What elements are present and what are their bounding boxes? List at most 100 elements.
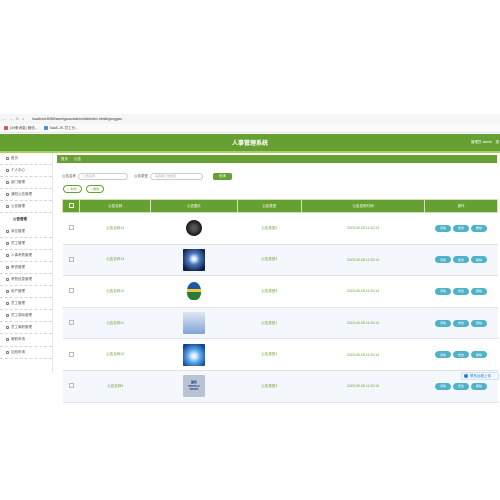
row-checkbox[interactable] [68,320,74,326]
cell-ops: 详情 修改 删除 [424,275,498,308]
edit-button[interactable]: 修改 [453,256,469,264]
cell-name: 公告名称11 [79,307,151,340]
sidebar-item-transfer[interactable]: 员工调动管理 [0,310,52,323]
sidebar-item-profile[interactable]: 个人中心 [0,165,52,178]
bell-icon [6,193,9,197]
add-button[interactable]: + 新增 [63,185,82,193]
sidebar-item-users[interactable]: 用户管理 [0,286,52,299]
helper-label: 联系远程上传 [470,373,491,378]
announcement-image[interactable]: 国际 WORLD NEWS [183,375,206,398]
select-all-cell[interactable] [62,199,80,213]
detail-button[interactable]: 详情 [435,382,451,390]
home-icon[interactable]: ⌂ [22,117,24,121]
bookmark-icon [43,126,48,130]
bookmark-bar: (39条消息) 微信... SaaS-JK-员工分... [0,124,500,133]
announcement-image[interactable] [183,312,206,335]
sidebar-item-attendance-info[interactable]: 考勤信息管理 [0,274,52,287]
row-checkbox-cell[interactable] [62,307,80,340]
sidebar-item-resign-apply[interactable]: 离职申请 [0,334,52,347]
row-checkbox-cell[interactable] [62,212,80,245]
cell-name: 公告名称14 [79,212,151,245]
forward-icon[interactable]: → [10,117,14,121]
sidebar: 首页 个人中心 部门管理 通知公告管理 公告管理 公告管理 岗位管理 员工管理 … [0,153,53,373]
delete-row-button[interactable]: 删除 [471,287,487,295]
sidebar-item-notice[interactable]: 通知公告管理 [0,189,52,202]
detail-button[interactable]: 详情 [435,224,451,232]
row-checkbox-cell[interactable] [62,275,80,308]
table-header-row: 公告名称 公告图片 公告类型 公告发布时间 操作 [62,199,498,213]
sidebar-item-announcement[interactable]: 公告管理 [0,201,52,214]
row-checkbox[interactable] [68,383,74,389]
cell-name: 公告名称9 [79,370,151,403]
row-checkbox-cell[interactable] [62,244,80,277]
announcement-image[interactable] [183,343,206,366]
edit-button[interactable]: 修改 [453,224,469,232]
cell-time: 2023-09-05 11:20:13 [301,275,425,308]
edit-button[interactable]: 修改 [453,382,469,390]
announcement-image[interactable] [183,280,206,303]
edit-button[interactable]: 修改 [453,287,469,295]
timer-icon [6,350,9,354]
announcement-image[interactable] [183,248,206,271]
row-checkbox[interactable] [68,256,74,262]
detail-button[interactable]: 详情 [435,256,451,264]
bookmark-icon [4,126,8,130]
sidebar-item-employee[interactable]: 员工管理 [0,238,52,250]
search-label-type: 公告类型 [134,173,148,178]
search-button[interactable]: 查询 [213,172,232,180]
delete-row-button[interactable]: 删除 [471,256,487,264]
cell-ops: 详情 修改 删除 [424,338,498,371]
logout-link[interactable]: 退 [496,140,500,145]
url-field[interactable]: localhost:8080/ssmhgaux/admin/dist/index… [32,117,122,121]
sidebar-item-position[interactable]: 岗位管理 [0,226,52,238]
sidebar-item-department[interactable]: 部门管理 [0,177,52,190]
col-header-name: 公告名称 [78,199,152,213]
row-checkbox[interactable] [68,225,74,231]
detail-button[interactable]: 详情 [435,319,451,327]
delete-row-button[interactable]: 删除 [471,319,487,327]
cell-ops: 详情 修改 删除 [424,307,498,340]
sidebar-item-home[interactable]: 首页 [0,153,52,166]
delete-row-button[interactable]: 删除 [471,382,487,390]
delete-row-button[interactable]: 删除 [471,351,487,359]
row-checkbox-cell[interactable] [62,370,80,403]
user-info[interactable]: 管理员 admin [471,140,492,145]
swap-icon [6,314,9,318]
delete-button[interactable]: × 删除 [85,185,105,193]
row-checkbox[interactable] [68,351,74,357]
reload-icon[interactable]: ↻ [16,117,19,121]
edit-button[interactable]: 修改 [453,351,469,359]
app-header: 人事管理系统 管理员 admin 退 [0,134,500,151]
bookmark-item[interactable]: (39条消息) 微信... [4,126,38,131]
bookmark-item[interactable]: SaaS-JK-员工分... [43,126,78,131]
edit-button[interactable]: 修改 [453,319,469,327]
select-all-checkbox[interactable] [68,203,74,208]
sidebar-item-salary[interactable]: 薪资管理 [0,262,52,274]
row-checkbox[interactable] [68,288,74,294]
floating-helper[interactable]: 联系远程上传 [461,372,499,380]
helper-icon [464,374,468,378]
browser-nav: ← → ↻ ⌂ [3,117,24,121]
col-header-type: 公告类型 [236,199,303,213]
cell-type: 公告类型3 [237,244,302,277]
table-row: 公告名称13 公告类型3 2023-09-05 11:20:13 详情 修改 删除 [62,244,498,277]
sidebar-item-resignation[interactable]: 员工离职管理 [0,322,52,335]
breadcrumb-home[interactable]: 首页 [61,157,68,162]
detail-button[interactable]: 详情 [435,351,451,359]
sidebar-item-staff[interactable]: 员工管理 [0,298,52,311]
row-checkbox-cell[interactable] [62,338,80,371]
search-type-select[interactable]: 请选择公告类型 [150,172,203,180]
search-name-input[interactable]: 公告名称 [78,172,128,180]
detail-button[interactable]: 详情 [435,287,451,295]
people-icon [6,241,9,245]
cell-name: 公告名称10 [79,338,151,371]
sidebar-subitem-announcement[interactable]: 公告管理 [0,213,52,225]
sidebar-item-attendance[interactable]: 人事考勤管理 [0,250,52,262]
breadcrumb-current: 公告 [74,156,81,161]
announcement-image[interactable] [183,217,206,240]
money-icon [6,265,9,269]
col-header-ops: 操作 [424,199,498,213]
back-icon[interactable]: ← [3,117,7,121]
sidebar-item-overtime[interactable]: 加班申请 [0,347,52,359]
delete-row-button[interactable]: 删除 [471,224,487,232]
